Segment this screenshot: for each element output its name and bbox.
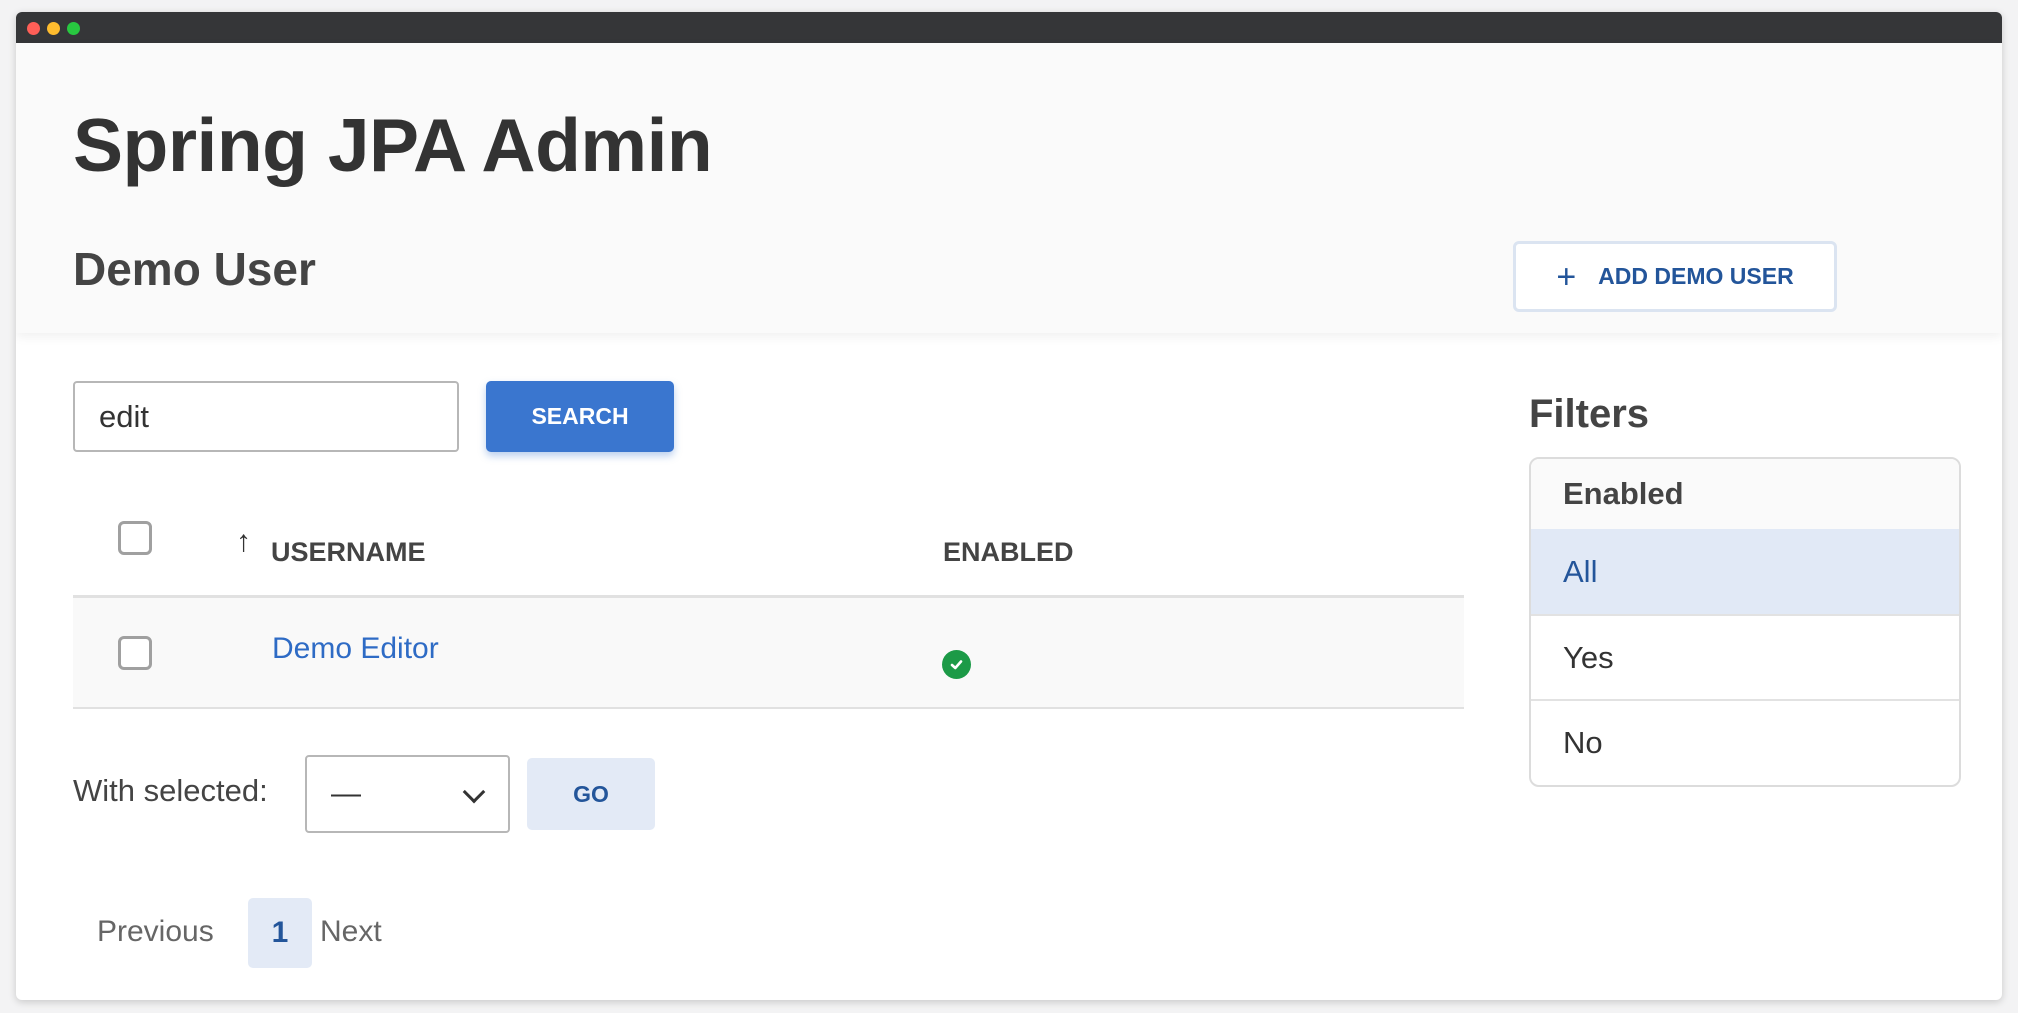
add-demo-user-button[interactable]: + ADD DEMO USER xyxy=(1513,241,1837,312)
maximize-window-icon[interactable] xyxy=(67,22,80,35)
page-header: Spring JPA Admin Demo User + ADD DEMO US… xyxy=(16,43,2002,333)
pagination-previous[interactable]: Previous xyxy=(97,915,214,949)
filter-option-all[interactable]: All xyxy=(1531,529,1959,614)
browser-window: Spring JPA Admin Demo User + ADD DEMO US… xyxy=(16,12,2002,1000)
filter-panel: Enabled All Yes No xyxy=(1529,457,1961,787)
bulk-action-selected-value: — xyxy=(331,777,361,810)
column-header-username[interactable]: USERNAME xyxy=(271,537,426,568)
add-button-label: ADD DEMO USER xyxy=(1598,263,1794,289)
pagination-next[interactable]: Next xyxy=(320,915,382,949)
bulk-action-label: With selected: xyxy=(73,773,268,808)
filters-title: Filters xyxy=(1529,392,1650,436)
bulk-action-select[interactable]: — xyxy=(305,755,510,833)
search-input[interactable] xyxy=(73,381,459,452)
sort-ascending-icon[interactable]: ↑ xyxy=(236,525,251,559)
filter-group-enabled: Enabled xyxy=(1531,459,1959,529)
search-button[interactable]: SEARCH xyxy=(486,381,674,452)
column-header-enabled: ENABLED xyxy=(943,537,1074,567)
app-title: Spring JPA Admin xyxy=(73,103,713,187)
plus-icon: + xyxy=(1556,257,1577,296)
select-all-checkbox[interactable] xyxy=(118,521,152,555)
pagination-page-current[interactable]: 1 xyxy=(248,898,312,968)
window-titlebar xyxy=(16,12,2002,43)
close-window-icon[interactable] xyxy=(27,22,40,35)
go-button[interactable]: GO xyxy=(527,758,655,830)
check-circle-icon xyxy=(942,650,971,679)
filter-option-yes[interactable]: Yes xyxy=(1531,614,1959,699)
page-title: Demo User xyxy=(73,243,316,295)
row-checkbox[interactable] xyxy=(118,636,152,670)
username-link[interactable]: Demo Editor xyxy=(272,632,439,666)
chevron-down-icon xyxy=(462,780,486,804)
minimize-window-icon[interactable] xyxy=(47,22,60,35)
filter-option-no[interactable]: No xyxy=(1531,699,1959,784)
